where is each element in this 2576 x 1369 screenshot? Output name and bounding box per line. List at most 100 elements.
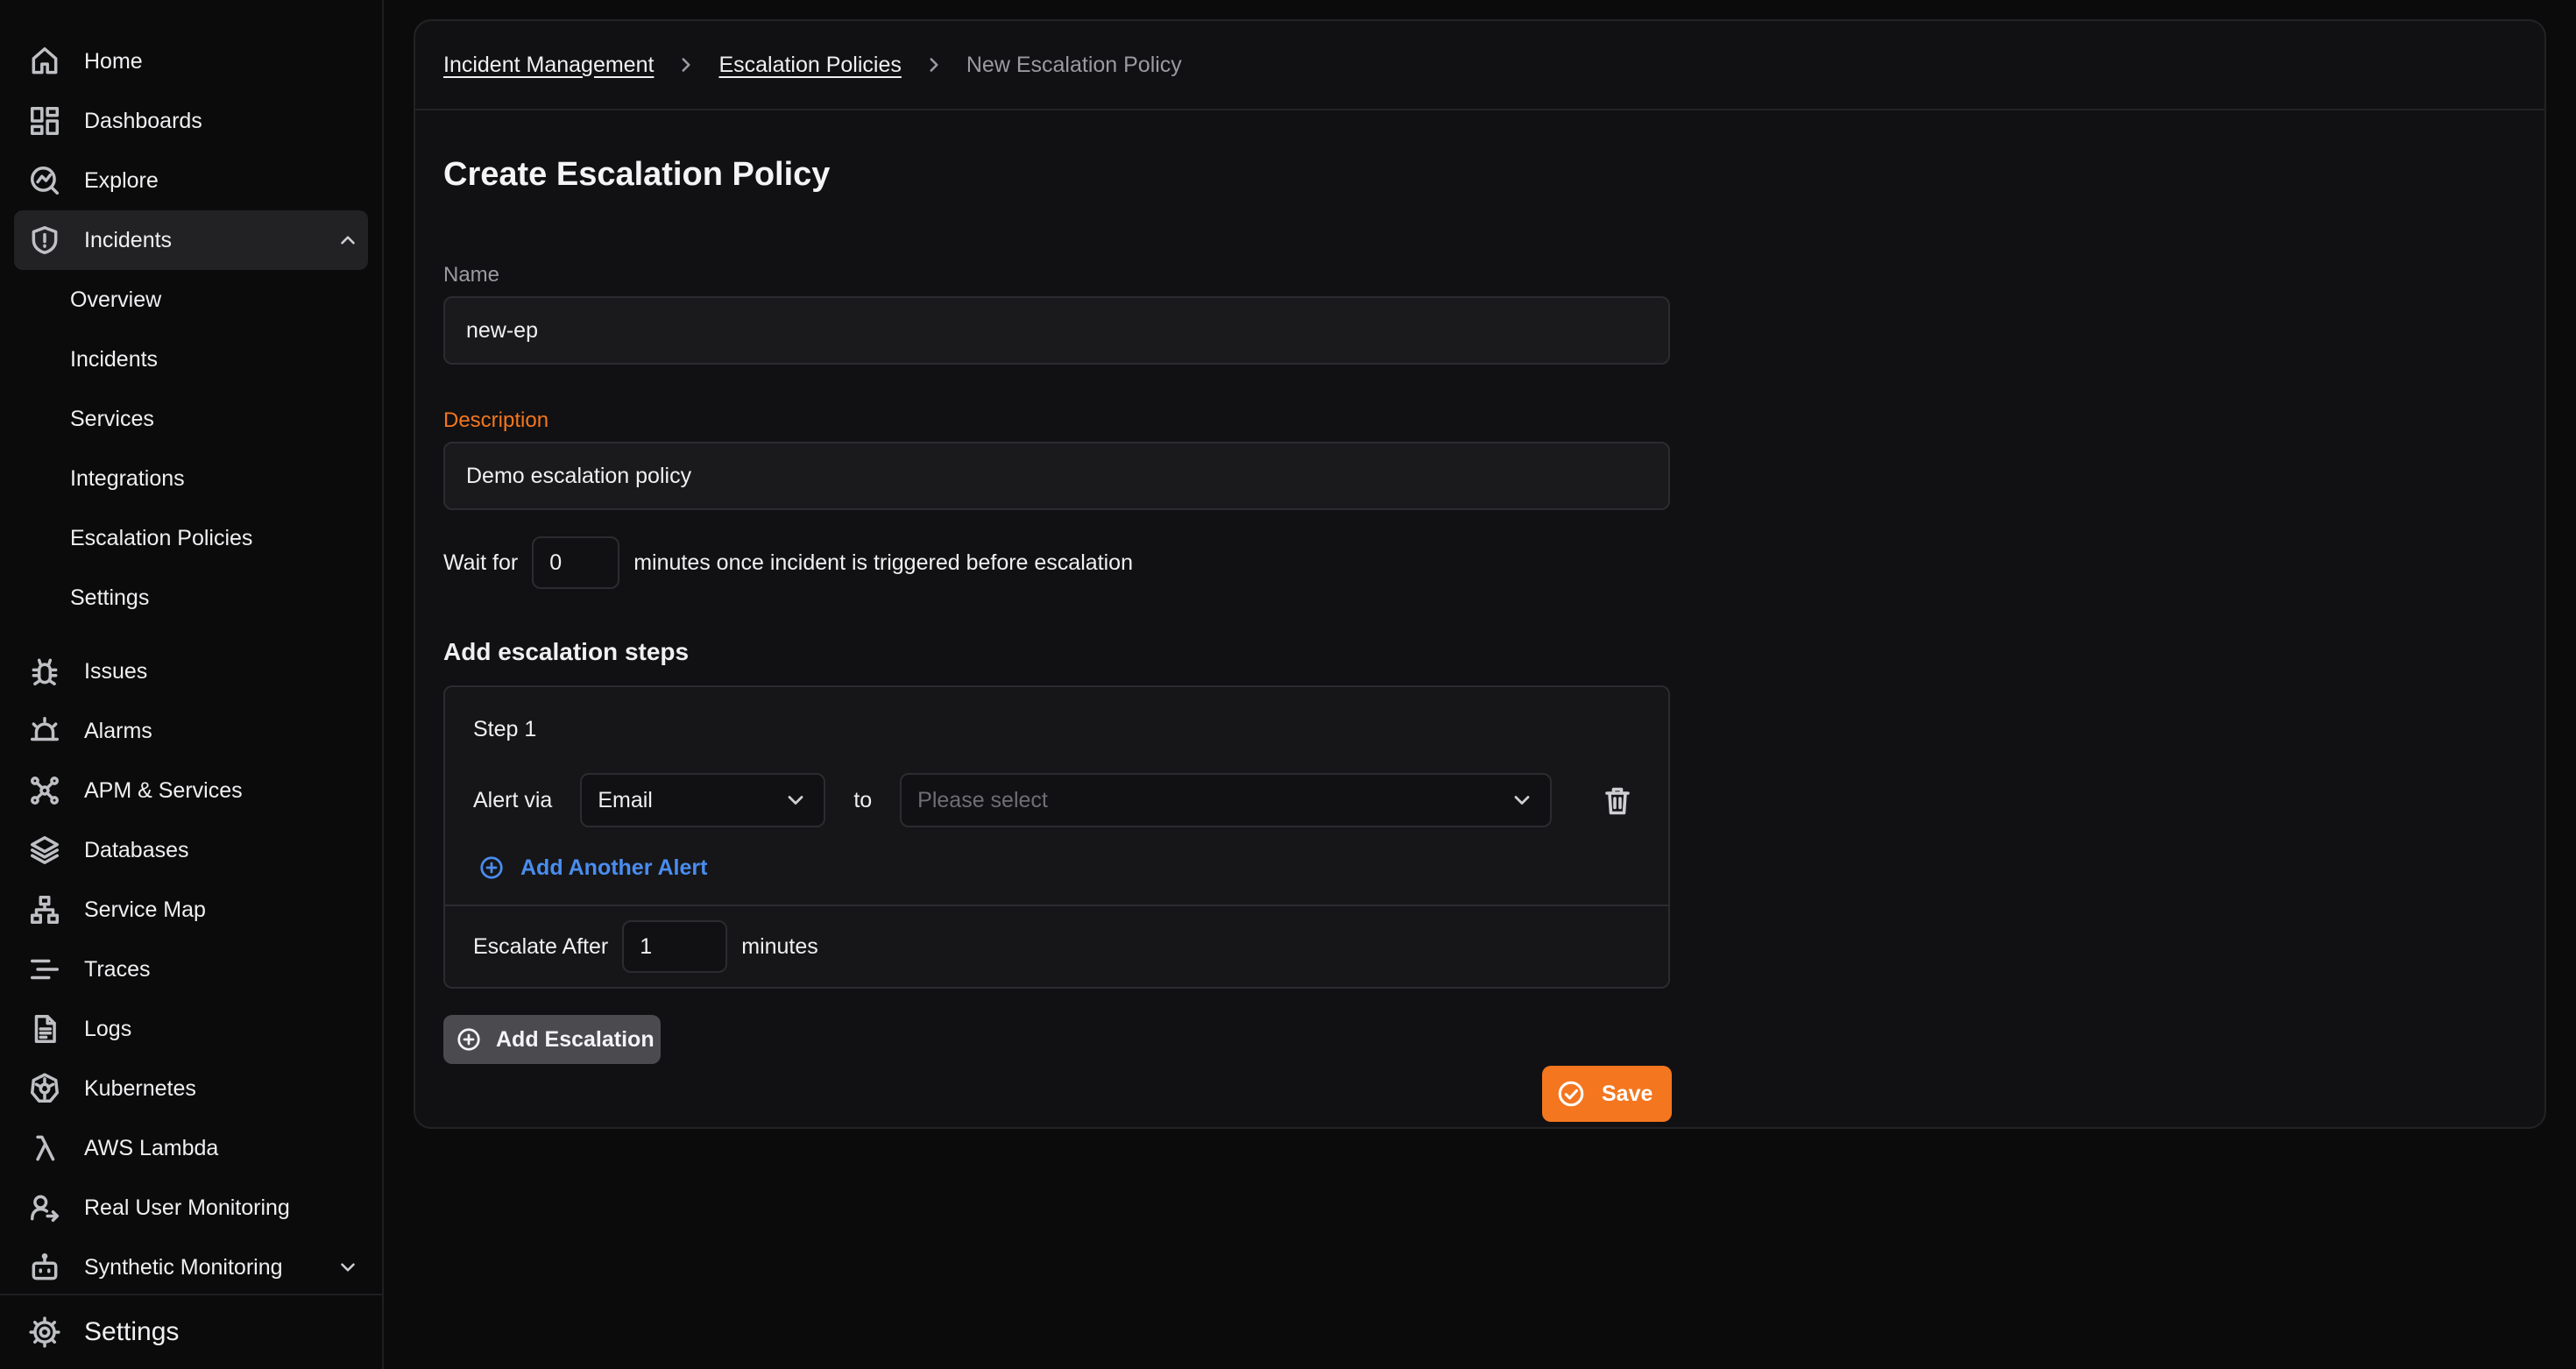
gear-icon [28, 1316, 61, 1349]
sidebar-subitem-escalation-policies[interactable]: Escalation Policies [0, 508, 382, 568]
sidebar-subitem-overview[interactable]: Overview [0, 270, 382, 330]
robot-icon [28, 1251, 61, 1284]
alert-via-value: Email [598, 787, 653, 812]
description-input[interactable]: Demo escalation policy [443, 442, 1670, 510]
chevron-up-icon[interactable] [336, 229, 359, 252]
sidebar-item-label: Databases [84, 837, 189, 862]
save-label: Save [1602, 1081, 1653, 1106]
sidebar-subitem-settings[interactable]: Settings [0, 568, 382, 628]
service-map-icon [28, 893, 61, 926]
sidebar-item-real-user-monitoring[interactable]: Real User Monitoring [0, 1178, 382, 1238]
minutes-label: minutes [741, 933, 818, 959]
sidebar-item-databases[interactable]: Databases [0, 820, 382, 880]
lambda-icon [28, 1131, 61, 1165]
sidebar-item-logs[interactable]: Logs [0, 999, 382, 1059]
sidebar-item-synthetic-monitoring[interactable]: Synthetic Monitoring [0, 1238, 382, 1297]
sidebar: Home Dashboards Explore Incidents Overvi… [0, 0, 384, 1369]
add-escalation-label: Add Escalation [496, 1026, 655, 1052]
sidebar-item-issues[interactable]: Issues [0, 642, 382, 701]
plus-circle-icon [457, 1028, 480, 1051]
sidebar-item-alarms[interactable]: Alarms [0, 701, 382, 761]
escalate-after-row: Escalate After 1 minutes [473, 920, 818, 973]
sidebar-item-label: AWS Lambda [84, 1135, 219, 1160]
rum-icon [28, 1191, 61, 1224]
bug-icon [28, 655, 61, 688]
sidebar-item-apm-services[interactable]: APM & Services [0, 761, 382, 820]
chevron-down-icon[interactable] [336, 1256, 359, 1279]
sidebar-item-label: Dashboards [84, 108, 202, 133]
sidebar-item-label: Traces [84, 956, 151, 982]
sidebar-item-aws-lambda[interactable]: AWS Lambda [0, 1118, 382, 1178]
main-card: Incident Management Escalation Policies … [414, 19, 2546, 1129]
logs-icon [28, 1012, 61, 1046]
sidebar-item-dashboards[interactable]: Dashboards [0, 91, 382, 151]
add-another-alert-label: Add Another Alert [520, 855, 708, 880]
sidebar-item-incidents[interactable]: Incidents [14, 210, 368, 270]
alarm-icon [28, 714, 61, 748]
name-input[interactable]: new-ep [443, 296, 1670, 365]
to-label: to [853, 787, 873, 812]
recipient-placeholder: Please select [917, 787, 1048, 812]
description-label: Description [443, 408, 549, 432]
alert-via-label: Alert via [473, 787, 553, 812]
dashboards-icon [28, 104, 61, 138]
check-circle-icon [1558, 1081, 1584, 1107]
page-title: Create Escalation Policy [443, 156, 831, 193]
name-input-value: new-ep [466, 317, 538, 343]
sidebar-item-label: Service Map [84, 897, 206, 922]
breadcrumb: Incident Management Escalation Policies … [415, 21, 2544, 110]
sidebar-item-label: Logs [84, 1016, 132, 1041]
sidebar-item-label: Explore [84, 167, 159, 193]
sidebar-item-label: Kubernetes [84, 1075, 196, 1101]
sidebar-item-label: Home [84, 48, 143, 74]
sidebar-item-label: Incidents [84, 227, 173, 252]
alert-row: Alert via Email to Please select [473, 773, 1553, 827]
escalation-step: Step 1 Alert via Email to Please select … [443, 685, 1670, 989]
sidebar-item-label: APM & Services [84, 777, 243, 803]
traces-icon [28, 953, 61, 986]
save-button[interactable]: Save [1542, 1066, 1672, 1122]
escalate-after-value: 1 [640, 933, 653, 959]
add-escalation-button[interactable]: Add Escalation [443, 1015, 661, 1064]
wait-prefix-label: Wait for [443, 550, 519, 575]
step-divider [445, 904, 1668, 906]
sidebar-item-traces[interactable]: Traces [0, 940, 382, 999]
breadcrumb-incident-management[interactable]: Incident Management [443, 53, 654, 78]
escalate-after-label: Escalate After [473, 933, 609, 959]
kubernetes-icon [28, 1072, 61, 1105]
wait-minutes-value: 0 [549, 550, 563, 575]
trash-icon[interactable] [1602, 785, 1633, 817]
sidebar-item-label: Synthetic Monitoring [84, 1254, 283, 1280]
sidebar-item-explore[interactable]: Explore [0, 151, 382, 210]
escalate-after-input[interactable]: 1 [622, 920, 728, 973]
sidebar-nav: Home Dashboards Explore Incidents Overvi… [0, 0, 382, 1297]
sidebar-subitem-services[interactable]: Services [0, 389, 382, 449]
sidebar-item-service-map[interactable]: Service Map [0, 880, 382, 940]
sidebar-item-label: Issues [84, 658, 148, 684]
sidebar-item-home[interactable]: Home [0, 32, 382, 91]
explore-icon [28, 164, 61, 197]
plus-circle-icon [480, 856, 503, 879]
sidebar-item-kubernetes[interactable]: Kubernetes [0, 1059, 382, 1118]
steps-title: Add escalation steps [443, 638, 690, 665]
chevron-right-icon [675, 53, 697, 76]
name-label: Name [443, 263, 500, 287]
sidebar-settings-label: Settings [84, 1317, 180, 1346]
sidebar-subitem-integrations[interactable]: Integrations [0, 449, 382, 508]
alert-via-select[interactable]: Email [580, 773, 826, 827]
chevron-right-icon [923, 53, 945, 76]
apm-icon [28, 774, 61, 807]
wait-suffix-label: minutes once incident is triggered befor… [633, 550, 1133, 575]
sidebar-item-settings[interactable]: Settings [0, 1294, 382, 1369]
recipient-select[interactable]: Please select [900, 773, 1553, 827]
add-another-alert-button[interactable]: Add Another Alert [478, 850, 707, 885]
chevron-down-icon [1510, 788, 1534, 812]
database-icon [28, 833, 61, 867]
nav-gap [0, 628, 382, 642]
sidebar-item-label: Alarms [84, 718, 152, 743]
breadcrumb-escalation-policies[interactable]: Escalation Policies [718, 53, 901, 78]
sidebar-subitem-incidents[interactable]: Incidents [0, 330, 382, 389]
wait-minutes-input[interactable]: 0 [532, 536, 620, 589]
step-label: Step 1 [473, 717, 537, 741]
breadcrumb-current: New Escalation Policy [966, 52, 1182, 77]
